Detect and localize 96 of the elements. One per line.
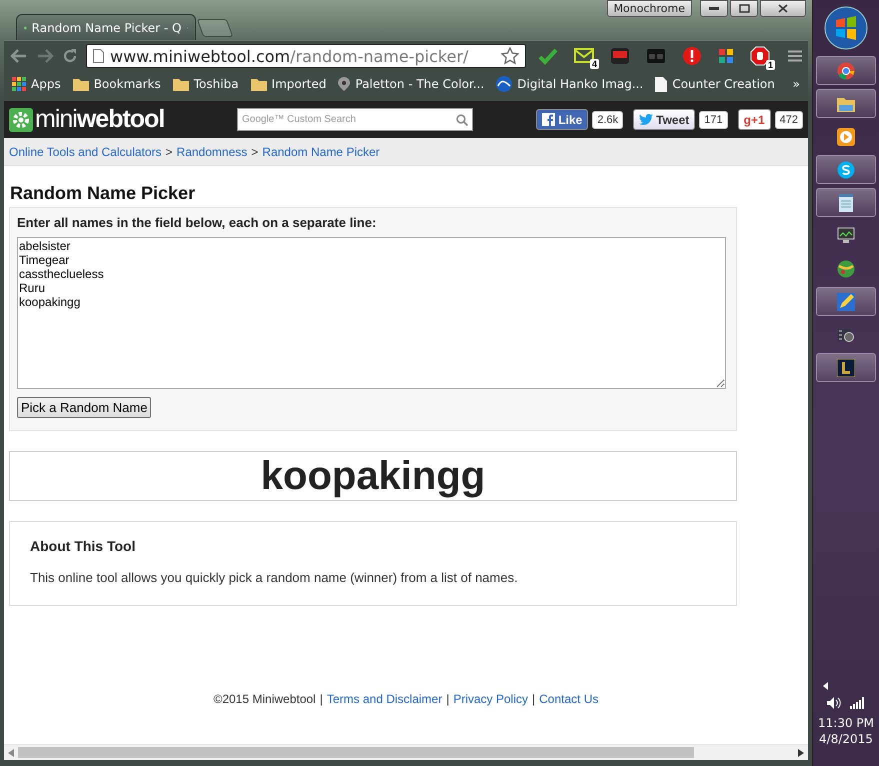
count-bubble: 171 — [699, 110, 728, 128]
bookmark-link[interactable]: Paletton - The Color... — [355, 77, 484, 91]
footer-separator: | — [320, 692, 323, 706]
bookmark-link[interactable]: Counter Creation — [672, 77, 775, 91]
notepad-icon[interactable] — [838, 194, 854, 212]
count-bubble: 2.6k — [592, 110, 624, 128]
bookmark-link[interactable]: Toshiba — [194, 77, 239, 91]
bookmark-link[interactable]: Digital Hanko Imag... — [517, 77, 644, 91]
taskbar-button[interactable] — [816, 287, 876, 316]
breadcrumb-separator: > — [166, 144, 173, 158]
minimize-button[interactable] — [700, 0, 728, 17]
back-icon[interactable] — [10, 48, 28, 64]
bookmark-link[interactable]: Imported — [272, 77, 326, 91]
close-icon — [778, 4, 788, 13]
speaker-icon[interactable] — [826, 696, 842, 710]
page-icon — [93, 49, 104, 63]
folder-icon — [72, 78, 89, 90]
signal-icon[interactable] — [850, 697, 866, 709]
film-camera-icon[interactable] — [837, 326, 855, 342]
checkmark-icon[interactable] — [538, 47, 558, 65]
taskbar-button[interactable] — [816, 353, 876, 382]
clock-date: 4/8/2015 — [819, 732, 873, 746]
like-button[interactable]: Like — [536, 109, 588, 130]
breadcrumb-link[interactable]: Online Tools and Calculators — [9, 144, 162, 158]
breadcrumb-link[interactable]: Randomness — [176, 144, 248, 158]
browser-tab[interactable]: Random Name Picker - Q — [16, 14, 196, 40]
maximize-icon — [738, 4, 750, 13]
url-text: www.miniwebtool.com/random-name-picker/ — [110, 46, 468, 66]
folder-icon — [172, 78, 189, 90]
maximize-button[interactable] — [730, 0, 758, 17]
bookmark-link[interactable]: Apps — [31, 77, 61, 91]
theme-label: Monochrome — [606, 0, 692, 17]
minimize-icon — [709, 6, 719, 10]
search-field[interactable]: Google™ Custom Search — [237, 108, 473, 131]
pick-button[interactable]: Pick a Random Name — [17, 397, 152, 418]
count-badge: 4 — [590, 59, 599, 69]
stop-hand-icon[interactable] — [750, 46, 770, 66]
scroll-right-icon[interactable] — [798, 748, 804, 756]
browser-icon[interactable] — [837, 62, 855, 80]
reload-icon[interactable] — [62, 48, 78, 64]
folder-icon — [250, 78, 267, 90]
clock-time: 11:30 PM — [818, 716, 874, 730]
result-name: koopakingg — [9, 451, 737, 501]
site-logo-text[interactable]: miniwebtool — [35, 105, 164, 134]
search-icon[interactable] — [456, 114, 468, 126]
tiles-icon[interactable] — [718, 48, 734, 64]
taskbar-button[interactable] — [816, 188, 876, 217]
copyright-text: ©2015 Miniwebtool — [213, 692, 316, 706]
more-bookmarks-button[interactable]: » — [792, 77, 800, 91]
field-label: Enter all names in the field below, each on a separate line: — [17, 215, 376, 230]
menu-icon[interactable] — [788, 50, 802, 62]
footer-link[interactable]: Contact Us — [539, 692, 598, 706]
envelope-icon[interactable] — [574, 47, 594, 65]
page-title: Random Name Picker — [10, 183, 196, 204]
play-icon[interactable] — [837, 128, 855, 146]
clock[interactable]: 11:30 PM 4/8/2015 — [818, 716, 874, 746]
footer-separator: | — [446, 692, 450, 706]
count-bubble: 472 — [774, 110, 803, 128]
scroll-left-icon[interactable] — [8, 748, 14, 756]
letter-f-icon — [542, 113, 556, 126]
taskbar-button[interactable] — [816, 89, 876, 118]
scrollbar-thumb[interactable] — [18, 747, 694, 758]
wave-icon — [496, 76, 512, 92]
page-icon — [655, 76, 668, 92]
new-tab-button[interactable] — [196, 19, 234, 37]
address-bar[interactable]: www.miniwebtool.com/random-name-picker/ — [86, 44, 526, 68]
alert-icon[interactable] — [682, 46, 702, 66]
monitor-icon[interactable] — [837, 227, 855, 244]
apps-grid-icon — [12, 77, 26, 91]
bookmark-link[interactable]: Bookmarks — [94, 77, 161, 91]
chat-icon[interactable] — [837, 160, 855, 178]
gear-icon — [9, 108, 33, 132]
about-text: This online tool allows you quickly pick a random name (winner) from a list of names. — [30, 570, 519, 585]
game-emblem-icon[interactable] — [837, 358, 855, 376]
taskbar-button[interactable] — [816, 155, 876, 184]
count-badge: 1 — [766, 60, 775, 70]
folder-icon[interactable] — [837, 96, 855, 112]
pencil-icon[interactable] — [837, 292, 855, 310]
breadcrumb-separator: > — [251, 144, 258, 158]
footer-link[interactable]: Terms and Disclaimer — [326, 692, 442, 706]
tweet-button[interactable]: Tweet — [633, 109, 696, 130]
ball-icon[interactable] — [837, 260, 855, 278]
video-icon[interactable] — [610, 47, 630, 65]
breadcrumb-link[interactable]: Random Name Picker — [262, 144, 380, 158]
start-button[interactable] — [824, 6, 868, 50]
about-title: About This Tool — [30, 538, 136, 554]
show-hidden-icons-icon[interactable] — [823, 682, 828, 690]
star-icon[interactable] — [501, 47, 519, 65]
names-field[interactable]: abelsister Timegear casstheclueless Ruru koopakingg — [17, 237, 726, 389]
footer-separator: | — [532, 692, 536, 706]
tab-title: Random Name Picker - Q — [32, 20, 182, 34]
plus-one-button[interactable]: g+1 — [738, 109, 771, 130]
bird-icon — [639, 114, 654, 125]
pin-icon — [338, 77, 350, 91]
close-button[interactable] — [760, 0, 806, 17]
footer-link[interactable]: Privacy Policy — [453, 692, 528, 706]
